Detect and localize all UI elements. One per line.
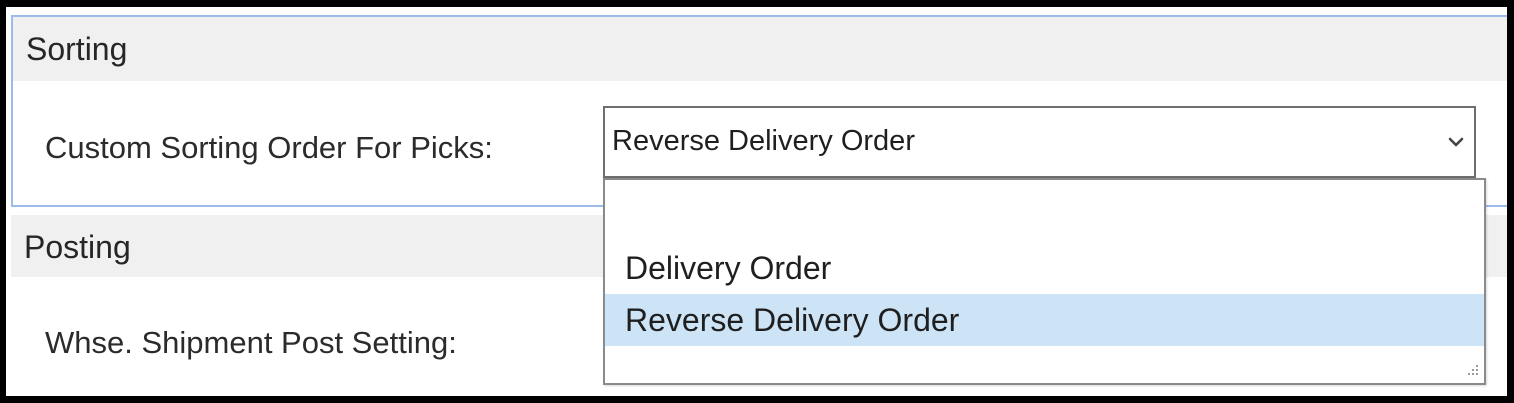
sorting-section-header[interactable]: Sorting [13, 17, 1507, 81]
option-delivery-order[interactable]: Delivery Order [605, 242, 1484, 294]
select-current-value: Reverse Delivery Order [612, 125, 915, 157]
settings-panel: Posting Whse. Shipment Post Setting: Sor… [6, 7, 1507, 396]
custom-sorting-order-label: Custom Sorting Order For Picks: [45, 130, 493, 165]
posting-section-title: Posting [24, 229, 131, 265]
option-blank[interactable] [605, 190, 1484, 242]
whse-shipment-post-setting-label: Whse. Shipment Post Setting: [45, 325, 457, 360]
sorting-order-dropdown-list: Delivery Order Reverse Delivery Order [603, 178, 1486, 385]
option-label: Reverse Delivery Order [625, 302, 960, 338]
sorting-section-title: Sorting [26, 31, 128, 67]
option-label: Delivery Order [625, 250, 832, 286]
resize-grip-icon[interactable] [1464, 363, 1480, 379]
custom-sorting-order-select[interactable]: Reverse Delivery Order [603, 106, 1476, 178]
option-reverse-delivery-order[interactable]: Reverse Delivery Order [605, 294, 1484, 346]
chevron-down-icon[interactable] [1446, 134, 1466, 150]
